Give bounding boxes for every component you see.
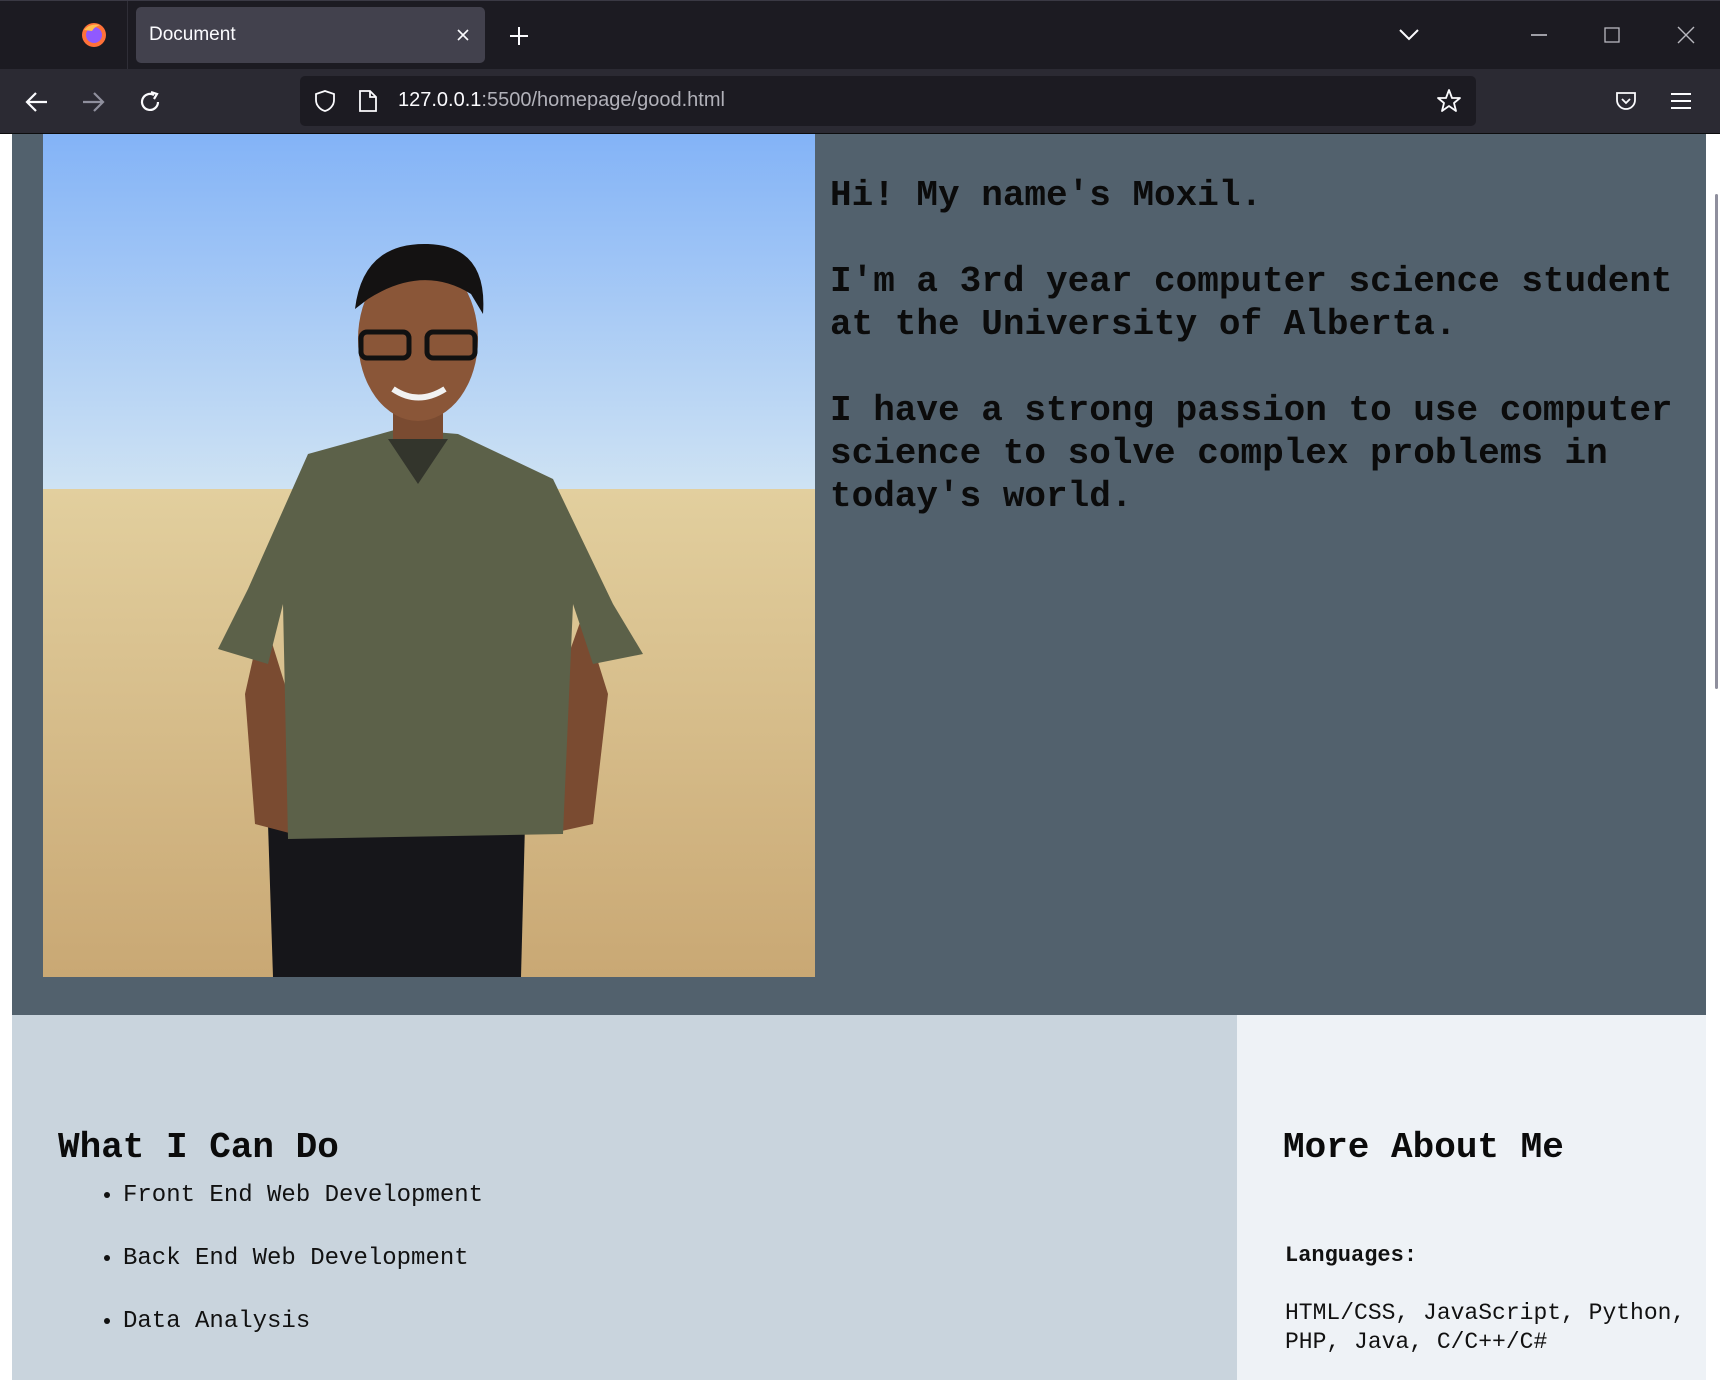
languages-label: Languages: — [1285, 1243, 1418, 1268]
about-heading: More About Me — [1283, 1127, 1564, 1168]
minimize-icon[interactable] — [1531, 34, 1547, 36]
skill-item: Front End Web Development — [123, 1181, 483, 1244]
maximize-icon[interactable] — [1604, 27, 1620, 43]
new-tab-plus-icon[interactable] — [508, 25, 530, 47]
back-arrow-icon[interactable] — [24, 89, 50, 115]
tab-divider — [127, 1, 128, 70]
about-section: More About Me Languages: HTML/CSS, JavaS… — [1237, 1015, 1708, 1380]
shield-icon[interactable] — [314, 89, 336, 113]
bookmark-star-icon[interactable] — [1436, 88, 1462, 114]
address-bar[interactable]: 127.0.0.1:5500/homepage/good.html — [300, 76, 1476, 126]
tab-title: Document — [149, 24, 236, 45]
intro-greeting: Hi! My name's Moxil. — [830, 175, 1263, 216]
skills-section: What I Can Do Front End Web Development … — [12, 1015, 1237, 1380]
chevron-down-icon[interactable] — [1398, 27, 1420, 43]
firefox-logo-icon[interactable] — [80, 21, 108, 49]
intro-education: I'm a 3rd year computer science student … — [830, 261, 1673, 345]
skills-list: Front End Web Development Back End Web D… — [58, 1181, 483, 1370]
forward-arrow-icon[interactable] — [80, 89, 106, 115]
languages-value: HTML/CSS, JavaScript, Python, PHP, Java,… — [1285, 1300, 1686, 1355]
scrollbar-thumb[interactable] — [1715, 194, 1718, 689]
pocket-icon[interactable] — [1614, 89, 1638, 113]
url-host: 127.0.0.1 — [398, 89, 482, 111]
tab-document[interactable]: Document — [136, 7, 485, 63]
hero-section: Hi! My name's Moxil. I'm a 3rd year comp… — [12, 134, 1708, 1015]
skill-item: Data Analysis — [123, 1307, 483, 1370]
reload-icon[interactable] — [137, 89, 163, 115]
profile-photo — [43, 134, 815, 977]
browser-tab-bar: Document — [0, 0, 1720, 70]
close-icon[interactable] — [455, 27, 471, 43]
browser-nav-bar: 127.0.0.1:5500/homepage/good.html — [0, 69, 1720, 134]
intro-text: Hi! My name's Moxil. I'm a 3rd year comp… — [830, 174, 1690, 561]
url-text[interactable]: 127.0.0.1:5500/homepage/good.html — [398, 89, 725, 112]
skill-item: Back End Web Development — [123, 1244, 483, 1307]
page-viewport: Hi! My name's Moxil. I'm a 3rd year comp… — [0, 134, 1720, 1380]
page-icon[interactable] — [358, 89, 378, 113]
url-path: :5500/homepage/good.html — [481, 89, 725, 111]
hamburger-menu-icon[interactable] — [1670, 91, 1692, 111]
skills-heading: What I Can Do — [58, 1127, 339, 1168]
intro-passion: I have a strong passion to use computer … — [830, 390, 1673, 517]
window-close-icon[interactable] — [1677, 26, 1695, 44]
